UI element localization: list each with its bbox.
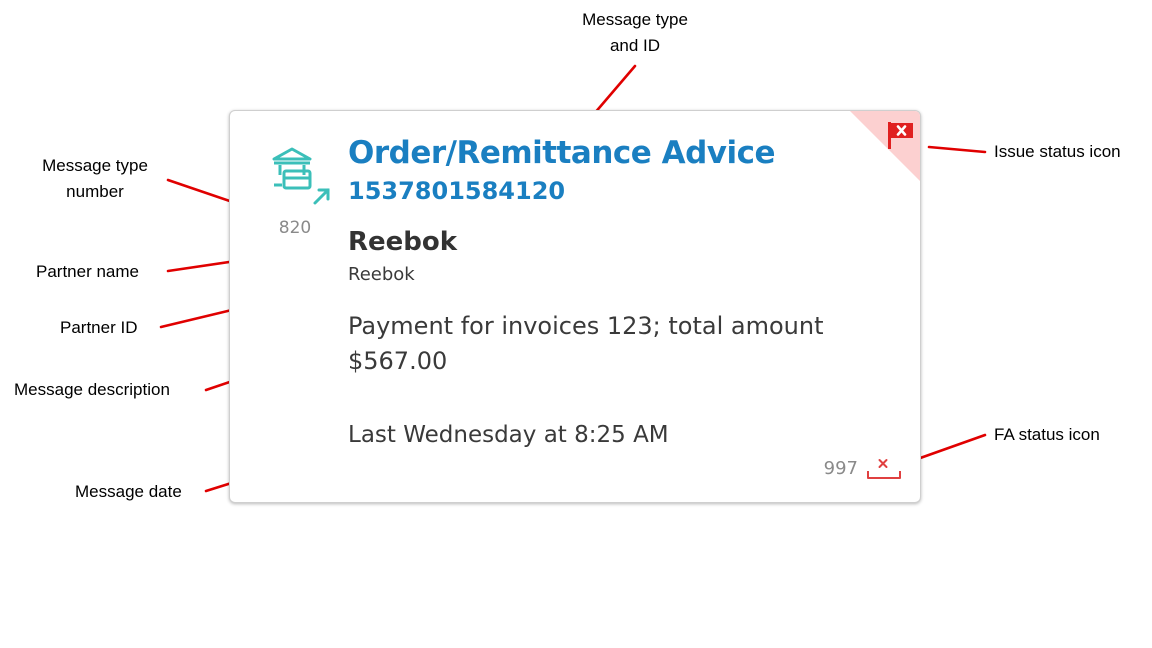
annotation-partner-id: Partner ID — [60, 318, 138, 337]
fa-status-inbox-x-icon[interactable] — [866, 457, 902, 481]
message-type-title[interactable]: Order/Remittance Advice — [348, 135, 776, 171]
message-id[interactable]: 1537801584120 — [348, 177, 565, 205]
annotated-diagram: Message type and ID Message type number … — [0, 0, 1152, 648]
annotation-message-date: Message date — [75, 482, 182, 501]
partner-name: Reebok — [348, 227, 458, 257]
partner-id: Reebok — [348, 264, 415, 285]
issue-status-flag-icon[interactable] — [886, 120, 914, 150]
message-date: Last Wednesday at 8:25 AM — [348, 422, 669, 448]
annotation-message-type-number: Message type number — [20, 153, 170, 205]
message-card[interactable]: 820 Order/Remittance Advice 153780158412… — [229, 110, 921, 503]
annotation-line: number — [66, 182, 124, 201]
annotation-message-type-and-id: Message type and ID — [560, 7, 710, 59]
annotation-line: Message type — [42, 156, 148, 175]
annotation-line: and ID — [609, 36, 661, 55]
message-type-number: 820 — [278, 218, 312, 238]
message-description: Payment for invoices 123; total amount $… — [348, 312, 824, 375]
leader-issue-status — [927, 145, 987, 154]
annotation-issue-status-icon: Issue status icon — [994, 142, 1121, 161]
annotation-line: Message type — [582, 10, 688, 29]
annotation-partner-name: Partner name — [36, 262, 139, 281]
annotation-message-description: Message description — [14, 380, 170, 399]
annotation-fa-status-icon: FA status icon — [994, 425, 1100, 444]
fa-code: 997 — [823, 458, 858, 479]
remittance-bank-icon — [272, 147, 330, 205]
